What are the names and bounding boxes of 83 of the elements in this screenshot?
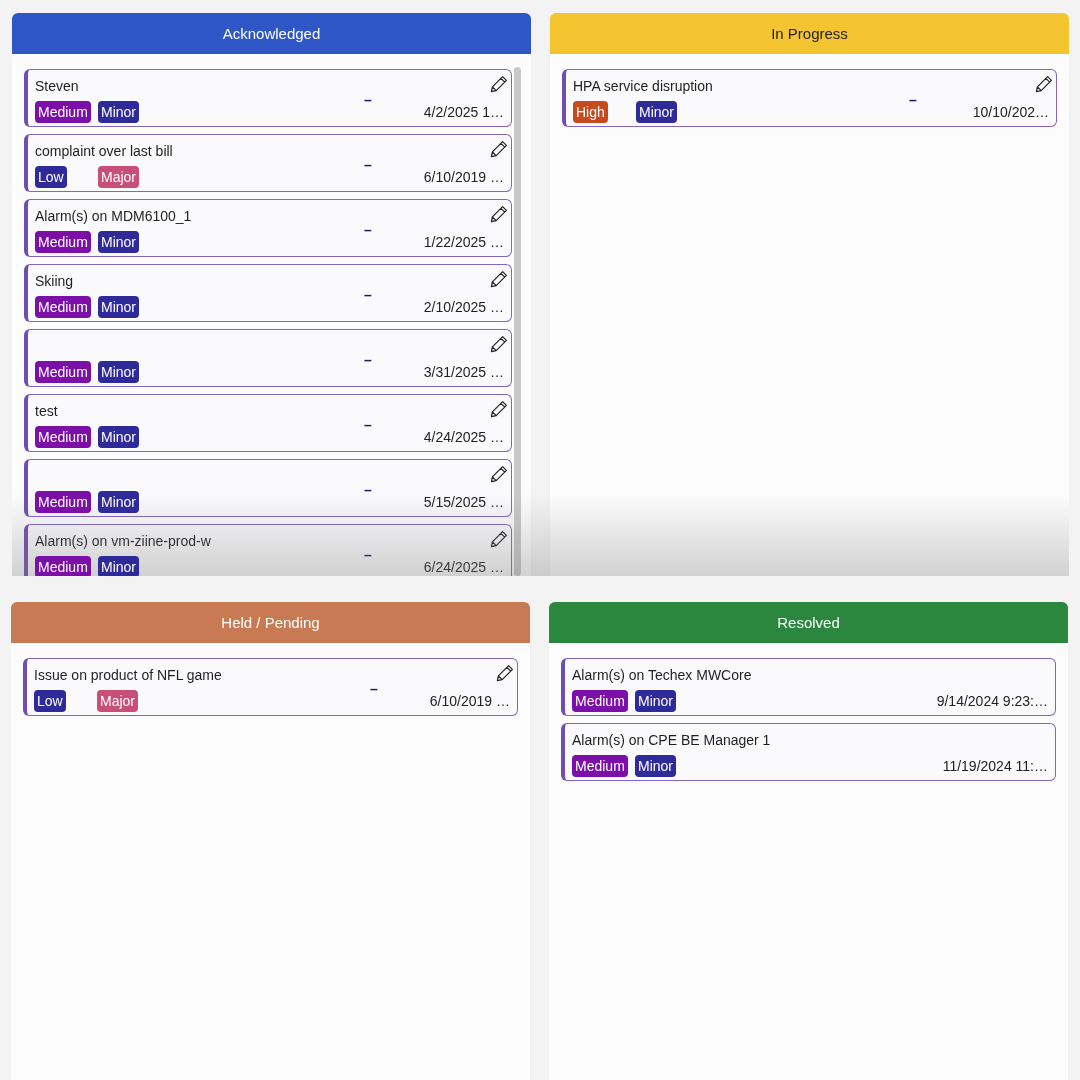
date-text: 6/24/2025 … [423, 558, 504, 576]
tag: Low [35, 166, 67, 188]
date-text: 5/15/2025 … [423, 493, 504, 512]
ticket-card[interactable]: Alarm(s) on CPE BE Manager 1 Medium Minor 11/19/2024 11:… [561, 723, 1056, 781]
date-text: 6/10/2019 … [423, 168, 504, 187]
tag: Minor [635, 690, 676, 712]
date-text: 2/10/2025 … [423, 298, 504, 317]
ticket-card[interactable]: Steven – Medium Minor 4/2/2025 1… [24, 69, 512, 127]
dash-text: – [370, 681, 378, 697]
dash-text: – [364, 287, 372, 303]
date-text: 4/24/2025 … [423, 428, 504, 447]
date-text: 3/31/2025 … [423, 363, 504, 382]
column-header: Held / Pending [11, 602, 530, 643]
tag: High [573, 101, 608, 123]
pencil-icon[interactable] [490, 270, 508, 288]
column-header: Acknowledged [12, 13, 531, 54]
date-text: 11/19/2024 11:… [942, 757, 1048, 776]
tag: Minor [636, 101, 677, 123]
dash-text: – [364, 157, 372, 173]
dash-text: – [364, 547, 372, 563]
date-text: 10/10/202… [972, 103, 1049, 122]
dash-text: – [364, 352, 372, 368]
ticket-title: complaint over last bill [35, 142, 174, 161]
date-text: 9/14/2024 9:23:… [936, 692, 1048, 711]
ticket-title: Alarm(s) on CPE BE Manager 1 [572, 731, 772, 750]
tag: Minor [98, 491, 139, 513]
tag: Medium [35, 361, 91, 383]
pencil-icon[interactable] [490, 465, 508, 483]
column-header: Resolved [549, 602, 1068, 643]
tag: Medium [35, 491, 91, 513]
dash-text: – [909, 92, 917, 108]
tag: Medium [35, 426, 91, 448]
dash-text: – [364, 92, 372, 108]
ticket-card[interactable]: Alarm(s) on Techex MWCore Medium Minor 9/14/2024 9:23:… [561, 658, 1056, 716]
ticket-title: test [35, 402, 59, 421]
tag: Medium [35, 296, 91, 318]
pencil-icon[interactable] [496, 664, 514, 682]
pencil-icon[interactable] [490, 335, 508, 353]
tag: Medium [572, 690, 628, 712]
ticket-card[interactable]: complaint over last bill – Low Major 6/10/2019 … [24, 134, 512, 192]
ticket-card[interactable]: test – Medium Minor 4/24/2025 … [24, 394, 512, 452]
pencil-icon[interactable] [490, 400, 508, 418]
pencil-icon[interactable] [490, 530, 508, 548]
tag: Minor [98, 231, 139, 253]
date-text: 4/2/2025 1… [423, 103, 504, 122]
ticket-title: Alarm(s) on vm-ziine-prod-w [35, 532, 212, 551]
dash-text: – [364, 417, 372, 433]
tag: Medium [572, 755, 628, 777]
ticket-title: Alarm(s) on Techex MWCore [572, 666, 753, 685]
ticket-card[interactable]: Issue on product of NFL game – Low Major 6/10/2019 … [23, 658, 518, 716]
tag: Medium [35, 556, 91, 576]
ticket-title: Issue on product of NFL game [34, 666, 223, 685]
dash-text: – [364, 222, 372, 238]
tag: Medium [35, 231, 91, 253]
ticket-title: Steven [35, 77, 80, 96]
pencil-icon[interactable] [490, 205, 508, 223]
tag: Minor [98, 426, 139, 448]
tag: Low [34, 690, 66, 712]
ticket-card[interactable]: Skiing – Medium Minor 2/10/2025 … [24, 264, 512, 322]
pencil-icon[interactable] [490, 75, 508, 93]
ticket-title: HPA service disruption [573, 77, 714, 96]
ticket-card[interactable]: – Medium Minor 3/31/2025 … [24, 329, 512, 387]
tag: Minor [98, 101, 139, 123]
column-header: In Progress [550, 13, 1069, 54]
ticket-card[interactable]: Alarm(s) on MDM6100_1 – Medium Minor 1/22/2025 … [24, 199, 512, 257]
ticket-title: Skiing [35, 272, 75, 291]
tag: Minor [98, 556, 139, 576]
date-text: 1/22/2025 … [423, 233, 504, 252]
pencil-icon[interactable] [490, 140, 508, 158]
pencil-icon[interactable] [1035, 75, 1053, 93]
tag: Minor [98, 296, 139, 318]
tag: Minor [635, 755, 676, 777]
tag: Minor [98, 361, 139, 383]
tag: Major [97, 690, 138, 712]
tag: Major [98, 166, 139, 188]
ticket-card[interactable]: HPA service disruption – High Minor 10/10/202… [562, 69, 1057, 127]
tag: Medium [35, 101, 91, 123]
ticket-card[interactable]: Alarm(s) on vm-ziine-prod-w – Medium Minor 6/24/2025 … [24, 524, 512, 576]
dash-text: – [364, 482, 372, 498]
ticket-card[interactable]: – Medium Minor 5/15/2025 … [24, 459, 512, 517]
scrollbar-thumb[interactable] [514, 67, 521, 576]
ticket-title: Alarm(s) on MDM6100_1 [35, 207, 193, 226]
date-text: 6/10/2019 … [429, 692, 510, 711]
